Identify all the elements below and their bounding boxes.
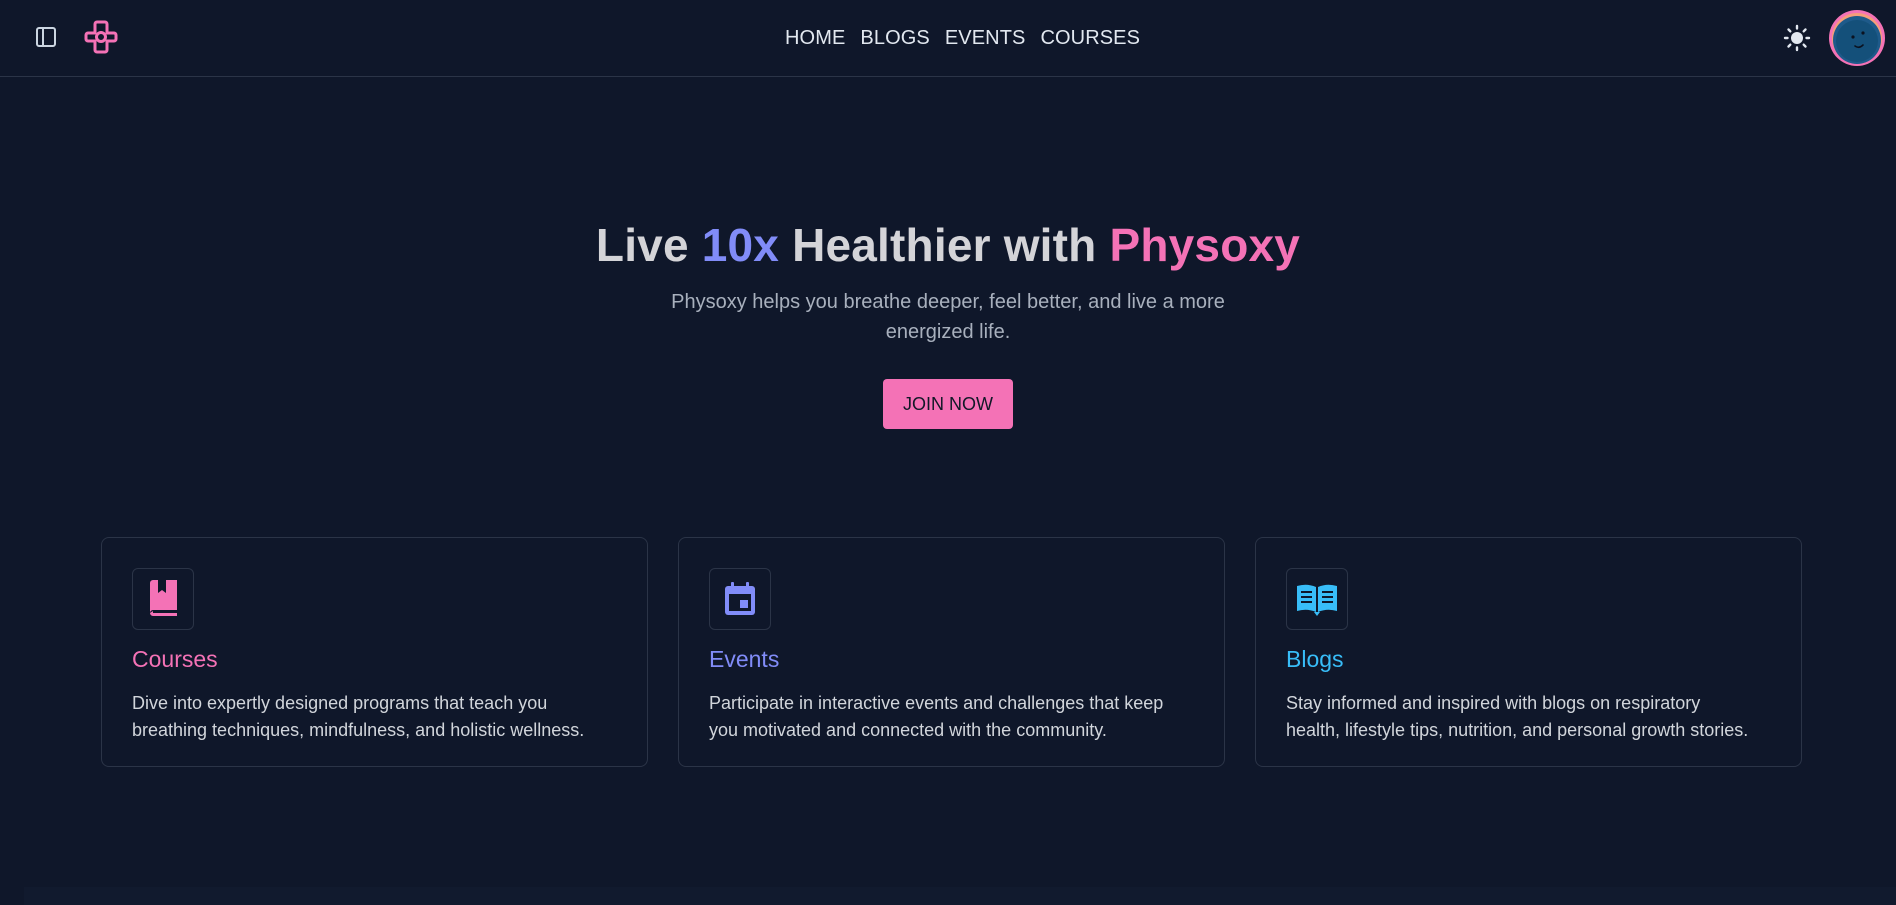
sun-icon[interactable] — [1783, 24, 1811, 52]
hero-title: Live 10x Healthier with Physoxy — [0, 215, 1896, 275]
feature-cards: Courses Dive into expertly designed prog… — [101, 537, 1802, 767]
hero-title-highlight-10x: 10x — [701, 219, 780, 271]
nav-blogs[interactable]: BLOGS — [860, 27, 929, 50]
main-nav: HOME BLOGS EVENTS COURSES — [785, 24, 1140, 52]
user-avatar[interactable] — [1828, 9, 1886, 67]
nav-events[interactable]: EVENTS — [945, 27, 1026, 50]
hero-subtitle: Physoxy helps you breathe deeper, feel b… — [671, 291, 1225, 343]
card-desc-courses: Dive into expertly designed programs tha… — [132, 693, 585, 740]
card-desc-blogs: Stay informed and inspired with blogs on… — [1286, 693, 1749, 740]
hero-title-highlight-brand: Physoxy — [1109, 219, 1301, 271]
join-now-button[interactable]: JOIN NOW — [883, 379, 1013, 429]
nav-home[interactable]: HOME — [785, 27, 845, 50]
physoxy-logo-icon[interactable] — [82, 18, 120, 56]
feature-card-courses[interactable]: Courses Dive into expertly designed prog… — [101, 537, 648, 767]
open-book-icon — [1286, 568, 1348, 630]
card-desc-events: Participate in interactive events and ch… — [709, 693, 1164, 740]
card-title-courses: Courses — [132, 646, 218, 672]
feature-card-events[interactable]: Events Participate in interactive events… — [678, 537, 1225, 767]
hero-section: Live 10x Healthier with Physoxy Physoxy … — [0, 215, 1896, 429]
hero-title-part2: Healthier with — [779, 219, 1110, 271]
footer-strip — [24, 887, 1896, 905]
card-title-events: Events — [709, 646, 780, 672]
calendar-icon — [709, 568, 771, 630]
card-title-blogs: Blogs — [1286, 646, 1344, 672]
nav-courses[interactable]: COURSES — [1040, 27, 1140, 50]
feature-card-blogs[interactable]: Blogs Stay informed and inspired with bl… — [1255, 537, 1802, 767]
sidebar-toggle-icon[interactable] — [34, 25, 58, 49]
book-icon — [132, 568, 194, 630]
top-navbar: HOME BLOGS EVENTS COURSES — [0, 0, 1896, 77]
hero-title-part1: Live — [595, 219, 702, 271]
